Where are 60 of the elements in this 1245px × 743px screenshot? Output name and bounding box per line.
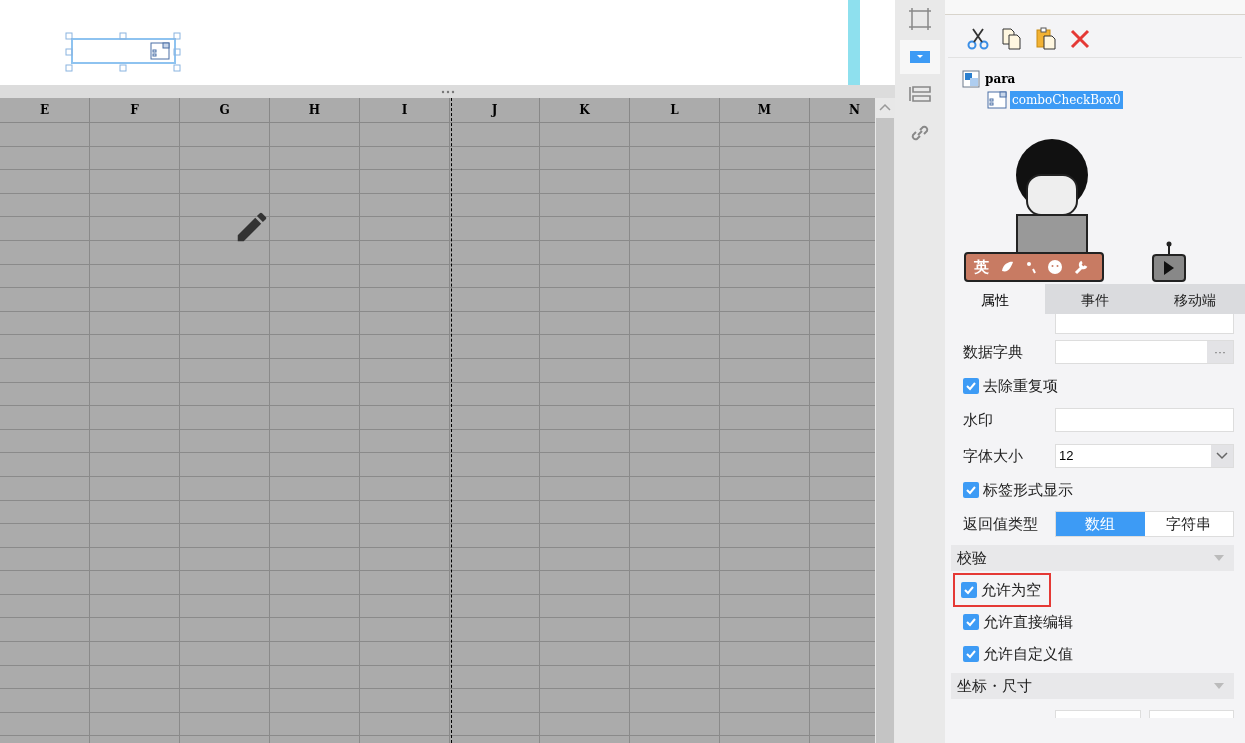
section-title: 校验 bbox=[957, 547, 987, 568]
combo-widget[interactable] bbox=[71, 38, 176, 64]
paste-button[interactable] bbox=[1034, 27, 1058, 51]
column-header[interactable]: H bbox=[270, 98, 360, 122]
grip-icon bbox=[440, 89, 455, 94]
checkbox-label: 允许直接编辑 bbox=[983, 611, 1073, 632]
column-header[interactable]: G bbox=[180, 98, 270, 122]
combo-checkbox-icon bbox=[150, 42, 170, 60]
more-button[interactable]: ··· bbox=[1207, 341, 1233, 363]
cut-button[interactable] bbox=[966, 27, 990, 51]
checkbox[interactable] bbox=[963, 614, 979, 630]
play-button-icon[interactable] bbox=[1151, 241, 1187, 285]
checkbox[interactable] bbox=[963, 482, 979, 498]
field-label: 返回值类型 bbox=[962, 513, 1039, 534]
rail-button[interactable] bbox=[900, 40, 940, 74]
field-label: 字体大小 bbox=[962, 445, 1024, 466]
section-header[interactable]: 坐标・尺寸 bbox=[951, 673, 1234, 699]
combo-checkbox-icon bbox=[987, 90, 1007, 109]
container-icon bbox=[962, 69, 980, 88]
panel-tab[interactable]: 属性 bbox=[945, 284, 1045, 314]
copy-button[interactable] bbox=[1000, 27, 1024, 51]
column-header[interactable]: L bbox=[630, 98, 720, 122]
caret-down-icon bbox=[1214, 683, 1224, 689]
field-label: 数据字典 bbox=[962, 341, 1024, 362]
emoji-icon[interactable] bbox=[1047, 259, 1063, 275]
section-title: 坐标・尺寸 bbox=[957, 675, 1032, 696]
input-field[interactable]: ··· bbox=[1055, 340, 1234, 364]
copy-icon bbox=[1000, 27, 1024, 51]
checkbox-label: 允许自定义值 bbox=[983, 643, 1073, 664]
font-size-select[interactable]: 12 bbox=[1055, 444, 1234, 468]
input-field[interactable] bbox=[1055, 314, 1234, 334]
section-header[interactable]: 校验 bbox=[951, 545, 1234, 571]
checkbox-label: 允许为空 bbox=[981, 579, 1041, 600]
cut-icon bbox=[966, 27, 990, 51]
tree-node[interactable]: para bbox=[983, 69, 1018, 88]
punctuation-icon[interactable] bbox=[1025, 259, 1037, 275]
scrollbar[interactable] bbox=[875, 98, 895, 743]
splitter-handle[interactable] bbox=[0, 85, 895, 98]
column-header[interactable]: J bbox=[450, 98, 540, 122]
column-header[interactable]: E bbox=[0, 98, 90, 122]
column-header[interactable]: M bbox=[720, 98, 810, 122]
checkbox[interactable] bbox=[961, 582, 977, 598]
chevron-down-icon bbox=[1216, 452, 1228, 460]
field-label: 水印 bbox=[962, 409, 994, 430]
paste-icon bbox=[1034, 27, 1058, 51]
column-header[interactable]: K bbox=[540, 98, 630, 122]
input-field[interactable] bbox=[1055, 408, 1234, 432]
spinner-field[interactable] bbox=[1055, 710, 1141, 718]
spinner-field[interactable] bbox=[1148, 710, 1234, 718]
caret-down-icon bbox=[1214, 555, 1224, 561]
column-header[interactable]: I bbox=[360, 98, 450, 122]
delete-button[interactable] bbox=[1068, 27, 1092, 51]
delete-icon bbox=[1068, 27, 1092, 51]
frame-icon bbox=[906, 5, 934, 33]
checkbox-label: 去除重复项 bbox=[983, 375, 1058, 396]
checkbox-label: 标签形式显示 bbox=[983, 479, 1073, 500]
checkbox[interactable] bbox=[963, 646, 979, 662]
checkbox[interactable] bbox=[963, 378, 979, 394]
wrench-icon[interactable] bbox=[1073, 259, 1089, 275]
column-header[interactable]: F bbox=[90, 98, 180, 122]
